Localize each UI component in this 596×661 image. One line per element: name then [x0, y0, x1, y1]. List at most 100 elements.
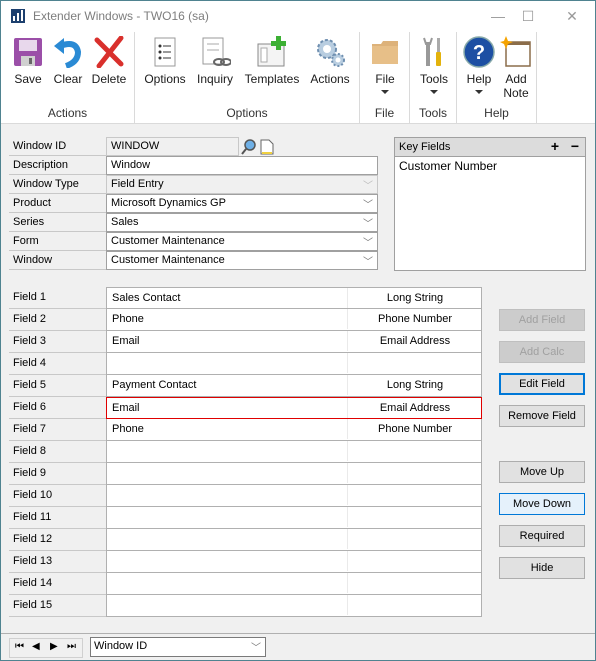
field-row[interactable]: Field 10: [9, 485, 482, 507]
chevron-down-icon: ﹀: [251, 643, 261, 654]
field-row[interactable]: Field 4: [9, 353, 482, 375]
add-note-button[interactable]: Add Note: [499, 36, 533, 100]
field-row-cells[interactable]: Phone Phone Number: [106, 309, 482, 331]
save-button[interactable]: Save: [9, 36, 47, 86]
field-row-cells[interactable]: Sales Contact Long String: [106, 287, 482, 309]
field-row[interactable]: Field 12: [9, 529, 482, 551]
field-type: [347, 507, 482, 527]
add-field-button[interactable]: Add Field: [499, 309, 585, 331]
title-bar: Extender Windows - TWO16 (sa) — ☐ ✕: [1, 1, 595, 32]
field-row[interactable]: Field 5 Payment Contact Long String: [9, 375, 482, 397]
window-id-row: Window ID WINDOW: [9, 137, 379, 156]
field-row-cells[interactable]: Phone Phone Number: [106, 419, 482, 441]
chevron-down-icon: ﹀: [363, 200, 373, 211]
description-field[interactable]: Window: [106, 156, 378, 175]
ribbon-toolbar: Save Clear Delete Actions Options Inquir…: [1, 32, 595, 124]
field-row-label: Field 9: [9, 463, 106, 485]
ribbon-group-actions: Save Clear Delete Actions: [1, 32, 135, 124]
record-navigation: ⏮ ◀ ▶ ⏭: [9, 638, 83, 658]
chevron-down-icon: ﹀: [363, 257, 373, 268]
field-row-label: Field 12: [9, 529, 106, 551]
field-row-cells[interactable]: [106, 573, 482, 595]
field-row[interactable]: Field 14: [9, 573, 482, 595]
field-row-cells[interactable]: Email Email Address: [106, 331, 482, 353]
field-type: [347, 353, 482, 373]
field-row-cells[interactable]: [106, 551, 482, 573]
product-value: Microsoft Dynamics GP: [111, 197, 226, 209]
dropdown-caret-icon: [475, 90, 483, 94]
maximize-button[interactable]: ☐: [513, 5, 543, 27]
field-type: [347, 595, 482, 615]
first-record-icon[interactable]: ⏮: [15, 641, 24, 652]
field-row[interactable]: Field 13: [9, 551, 482, 573]
tools-menu-button[interactable]: Tools: [416, 36, 452, 94]
inquiry-button[interactable]: Inquiry: [193, 36, 237, 86]
ribbon-group-help: ? Help Add Note Help: [457, 32, 537, 124]
field-row[interactable]: Field 15: [9, 595, 482, 617]
form-select[interactable]: Customer Maintenance ﹀: [106, 232, 378, 251]
window-title: Extender Windows - TWO16 (sa): [33, 9, 209, 23]
last-record-icon[interactable]: ⏭: [67, 641, 76, 652]
field-row-cells[interactable]: [106, 441, 482, 463]
field-row[interactable]: Field 2 Phone Phone Number: [9, 309, 482, 331]
field-row-cells[interactable]: [106, 595, 482, 617]
series-select[interactable]: Sales ﹀: [106, 213, 378, 232]
hide-button[interactable]: Hide: [499, 557, 585, 579]
field-row-cells[interactable]: [106, 463, 482, 485]
help-menu-button[interactable]: ? Help: [461, 36, 497, 94]
options-button[interactable]: Options: [141, 36, 189, 86]
window-select[interactable]: Customer Maintenance ﹀: [106, 251, 378, 270]
field-row[interactable]: Field 9: [9, 463, 482, 485]
extender-windows-window: Extender Windows - TWO16 (sa) — ☐ ✕ Save…: [0, 0, 596, 661]
move-down-button[interactable]: Move Down: [499, 493, 585, 515]
field-row-label: Field 13: [9, 551, 106, 573]
field-row[interactable]: Field 3 Email Email Address: [9, 331, 482, 353]
previous-record-icon[interactable]: ◀: [32, 641, 40, 652]
close-button[interactable]: ✕: [557, 5, 587, 27]
window-id-field[interactable]: WINDOW: [106, 137, 239, 156]
move-up-button[interactable]: Move Up: [499, 461, 585, 483]
ribbon-group-options: Options Inquiry Templates Actions Option…: [135, 32, 360, 124]
field-row[interactable]: Field 7 Phone Phone Number: [9, 419, 482, 441]
field-row-label: Field 10: [9, 485, 106, 507]
field-row[interactable]: Field 1 Sales Contact Long String: [9, 287, 482, 309]
minimize-button[interactable]: —: [483, 5, 513, 27]
lookup-icon[interactable]: [240, 138, 258, 156]
sort-by-select[interactable]: Window ID ﹀: [90, 637, 266, 657]
form-value: Customer Maintenance: [111, 235, 225, 247]
clear-button[interactable]: Clear: [51, 36, 85, 86]
remove-key-field-button[interactable]: −: [571, 138, 579, 154]
field-row[interactable]: Field 11: [9, 507, 482, 529]
delete-button[interactable]: Delete: [89, 35, 129, 86]
actions-menu-button[interactable]: Actions: [307, 36, 353, 86]
field-type: [347, 551, 482, 571]
add-key-field-button[interactable]: +: [551, 138, 559, 154]
next-record-icon[interactable]: ▶: [50, 641, 58, 652]
field-row-cells[interactable]: [106, 529, 482, 551]
group-label-file: File: [374, 106, 395, 120]
product-select[interactable]: Microsoft Dynamics GP ﹀: [106, 194, 378, 213]
window-label: Window: [9, 251, 106, 270]
required-button[interactable]: Required: [499, 525, 585, 547]
key-fields-panel: Key Fields + − Customer Number: [394, 137, 586, 271]
field-row-label: Field 11: [9, 507, 106, 529]
remove-field-button[interactable]: Remove Field: [499, 405, 585, 427]
field-row-cells[interactable]: Payment Contact Long String: [106, 375, 482, 397]
key-field-item[interactable]: Customer Number: [395, 157, 585, 173]
window-type-select: Field Entry ﹀: [106, 175, 378, 194]
field-row-cells[interactable]: [106, 485, 482, 507]
field-name: Sales Contact: [112, 292, 181, 304]
field-row[interactable]: Field 8: [9, 441, 482, 463]
edit-field-button[interactable]: Edit Field: [499, 373, 585, 395]
field-row-label: Field 7: [9, 419, 106, 441]
field-row-cells[interactable]: Email Email Address: [106, 397, 482, 419]
field-row[interactable]: Field 6 Email Email Address: [9, 397, 482, 419]
folder-icon: [369, 36, 401, 68]
file-menu-button[interactable]: File: [368, 36, 402, 94]
templates-button[interactable]: Templates: [241, 36, 303, 86]
field-row-cells[interactable]: [106, 353, 482, 375]
new-document-icon[interactable]: [259, 138, 275, 156]
field-row-cells[interactable]: [106, 507, 482, 529]
group-label-help: Help: [484, 106, 509, 120]
add-calc-button[interactable]: Add Calc: [499, 341, 585, 363]
